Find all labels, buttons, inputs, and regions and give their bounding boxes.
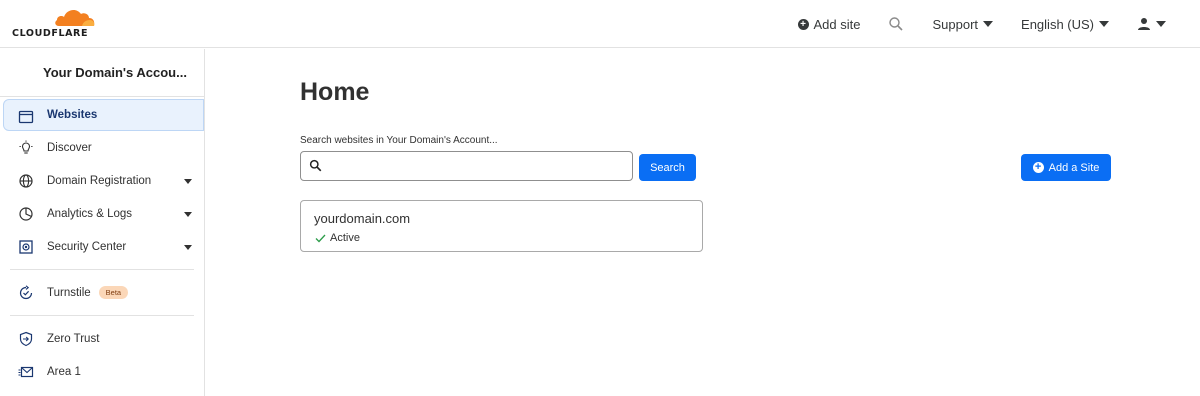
sidebar-item-label: Zero Trust: [47, 332, 100, 345]
support-label: Support: [932, 16, 979, 32]
add-site-button-label: Add a Site: [1048, 161, 1100, 174]
beta-badge: Beta: [98, 286, 129, 299]
search-input[interactable]: [327, 155, 627, 177]
site-status-label: Active: [330, 232, 360, 244]
top-bar: CLOUDFLARE + Add site Support English (U…: [0, 0, 1200, 48]
checkmark-icon: [315, 234, 326, 242]
language-menu[interactable]: English (US): [1021, 17, 1109, 32]
sidebar-item-area-1[interactable]: Area 1: [0, 355, 204, 388]
search-icon: [889, 17, 904, 31]
sidebar-item-discover[interactable]: Discover: [0, 131, 204, 164]
sidebar-item-label: Analytics & Logs: [47, 207, 133, 220]
caret-down-icon: [1099, 21, 1109, 27]
security-center-icon: [19, 240, 33, 254]
cloudflare-logo[interactable]: CLOUDFLARE: [12, 7, 102, 41]
sidebar: Your Domain's Accou... Websites Discover…: [0, 49, 205, 396]
sidebar-item-analytics-logs[interactable]: Analytics & Logs: [0, 197, 204, 230]
search-icon: [309, 159, 322, 172]
browser-window-icon: [18, 110, 34, 124]
logo-wordmark: CLOUDFLARE: [12, 28, 89, 39]
sidebar-item-turnstile[interactable]: Turnstile Beta: [0, 276, 204, 309]
main-content: Home Search websites in Your Domain's Ac…: [206, 49, 1200, 396]
user-menu[interactable]: [1137, 17, 1166, 31]
globe-icon: [19, 174, 33, 188]
search-input-wrapper: [300, 151, 633, 181]
sidebar-item-label: Area 1: [47, 365, 81, 378]
caret-down-icon: [184, 212, 192, 217]
user-icon: [1138, 18, 1150, 30]
sidebar-divider: [10, 269, 194, 270]
site-card[interactable]: yourdomain.com Active: [300, 200, 703, 252]
sidebar-item-label: Domain Registration: [47, 174, 152, 187]
envelope-icon: [18, 366, 34, 378]
sidebar-item-zero-trust[interactable]: Zero Trust: [0, 322, 204, 355]
support-menu[interactable]: Support: [932, 16, 994, 32]
add-site-button[interactable]: + Add a Site: [1021, 154, 1111, 181]
caret-down-icon: [184, 245, 192, 250]
caret-down-icon: [184, 179, 192, 184]
sidebar-divider: [10, 315, 194, 316]
page-title: Home: [300, 78, 370, 106]
plus-circle-icon: +: [797, 18, 809, 30]
sidebar-item-label: Security Center: [47, 240, 127, 253]
add-site-label: Add site: [813, 16, 861, 32]
plus-circle-icon: +: [1032, 162, 1044, 173]
site-domain: yourdomain.com: [314, 211, 411, 226]
top-nav: + Add site Support English (US): [770, 0, 1166, 48]
search-label: Search websites in Your Domain's Account…: [300, 135, 498, 146]
sidebar-item-websites[interactable]: Websites: [3, 99, 204, 131]
caret-down-icon: [983, 21, 994, 27]
caret-down-icon: [1156, 21, 1166, 27]
search-button[interactable]: [888, 16, 904, 32]
zero-trust-icon: [19, 331, 33, 347]
account-name[interactable]: Your Domain's Accou...: [0, 49, 204, 97]
pie-chart-icon: [19, 207, 33, 221]
lightbulb-icon: [19, 140, 33, 154]
sidebar-item-security-center[interactable]: Security Center: [0, 230, 204, 263]
language-label: English (US): [1021, 16, 1094, 32]
site-status: Active: [315, 232, 360, 244]
search-button[interactable]: Search: [639, 154, 696, 181]
sidebar-item-label: Turnstile: [47, 286, 91, 299]
sidebar-item-label: Websites: [47, 109, 98, 121]
sidebar-item-label: Discover: [47, 141, 92, 154]
cloud-icon: [55, 10, 95, 26]
add-site-link[interactable]: + Add site: [797, 16, 861, 32]
sidebar-item-domain-registration[interactable]: Domain Registration: [0, 164, 204, 197]
turnstile-icon: [19, 285, 33, 300]
